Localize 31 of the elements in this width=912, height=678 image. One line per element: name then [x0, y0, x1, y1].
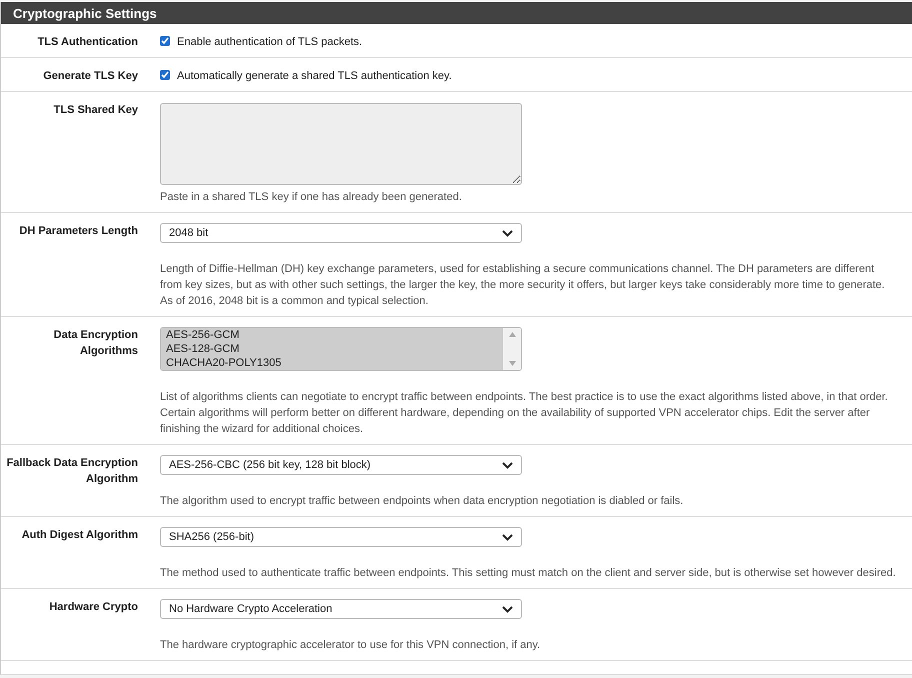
scroll-down-icon[interactable] — [508, 361, 516, 366]
chevron-down-icon — [502, 462, 513, 468]
select-field[interactable]: AES-256-CBC (256 bit key, 128 bit block) — [160, 455, 522, 475]
help-text: The method used to authenticate traffic between endpoints. This setting must match on the client and server side, but is otherwise set however desired. — [160, 566, 897, 581]
select-field[interactable]: 2048 bit — [160, 223, 522, 243]
chevron-down-icon — [502, 230, 513, 236]
scrollbar[interactable] — [503, 328, 521, 370]
field-label: Generate TLS Key — [42, 69, 138, 84]
chevron-down-icon — [502, 534, 513, 540]
field-label: DH Parameters Length — [18, 224, 138, 239]
help-text: The algorithm used to encrypt traffic between endpoints when data encryption negotiation is diabled or fails. — [160, 494, 684, 509]
select-field[interactable]: No Hardware Crypto Acceleration — [160, 599, 522, 619]
checkbox[interactable] — [160, 70, 170, 80]
checkbox-label: Enable authentication of TLS packets. — [177, 36, 362, 48]
field-label: Fallback Data Encryption Algorithm — [6, 456, 138, 487]
field-label: Hardware Crypto — [48, 600, 138, 615]
scroll-up-icon[interactable] — [508, 332, 516, 337]
panel-title: Cryptographic Settings — [1, 2, 912, 24]
checkbox-label: Automatically generate a shared TLS authentication key. — [177, 70, 452, 82]
field-label: TLS Authentication — [36, 35, 138, 50]
help-text: Length of Diffie-Hellman (DH) key exchange parameters, used for establishing a secure communications channel. The DH parameters are different from key sizes, but as with other such settings, the larger the key, the more security it offers, but larger keys take considerably more time to generate. As of 2016, 2048 bit is a common and typical selection. — [160, 262, 886, 309]
multi-select-list[interactable]: AES-256-GCM AES-128-GCM CHACHA20-POLY1305 — [160, 327, 522, 371]
help-text: List of algorithms clients can negotiate to encrypt traffic between endpoints. The best practice is to use the exact algorithms listed above, in that order. Certain algorithms will perform better on different hardware, depending on the availability of supported VPN accelerator chips. Edit the server after finishing the wizard for additional choices. — [160, 390, 889, 437]
select-field[interactable]: SHA256 (256-bit) — [160, 527, 522, 547]
field-label: Auth Digest Algorithm — [20, 528, 138, 543]
help-text: The hardware cryptographic accelerator to use for this VPN connection, if any. — [160, 638, 542, 653]
field-label: Data Encryption Algorithms — [52, 328, 138, 359]
checkbox[interactable] — [160, 36, 170, 46]
chevron-down-icon — [502, 606, 513, 612]
field-label: TLS Shared Key — [52, 103, 138, 118]
help-text: Paste in a shared TLS key if one has already been generated. — [160, 190, 463, 205]
